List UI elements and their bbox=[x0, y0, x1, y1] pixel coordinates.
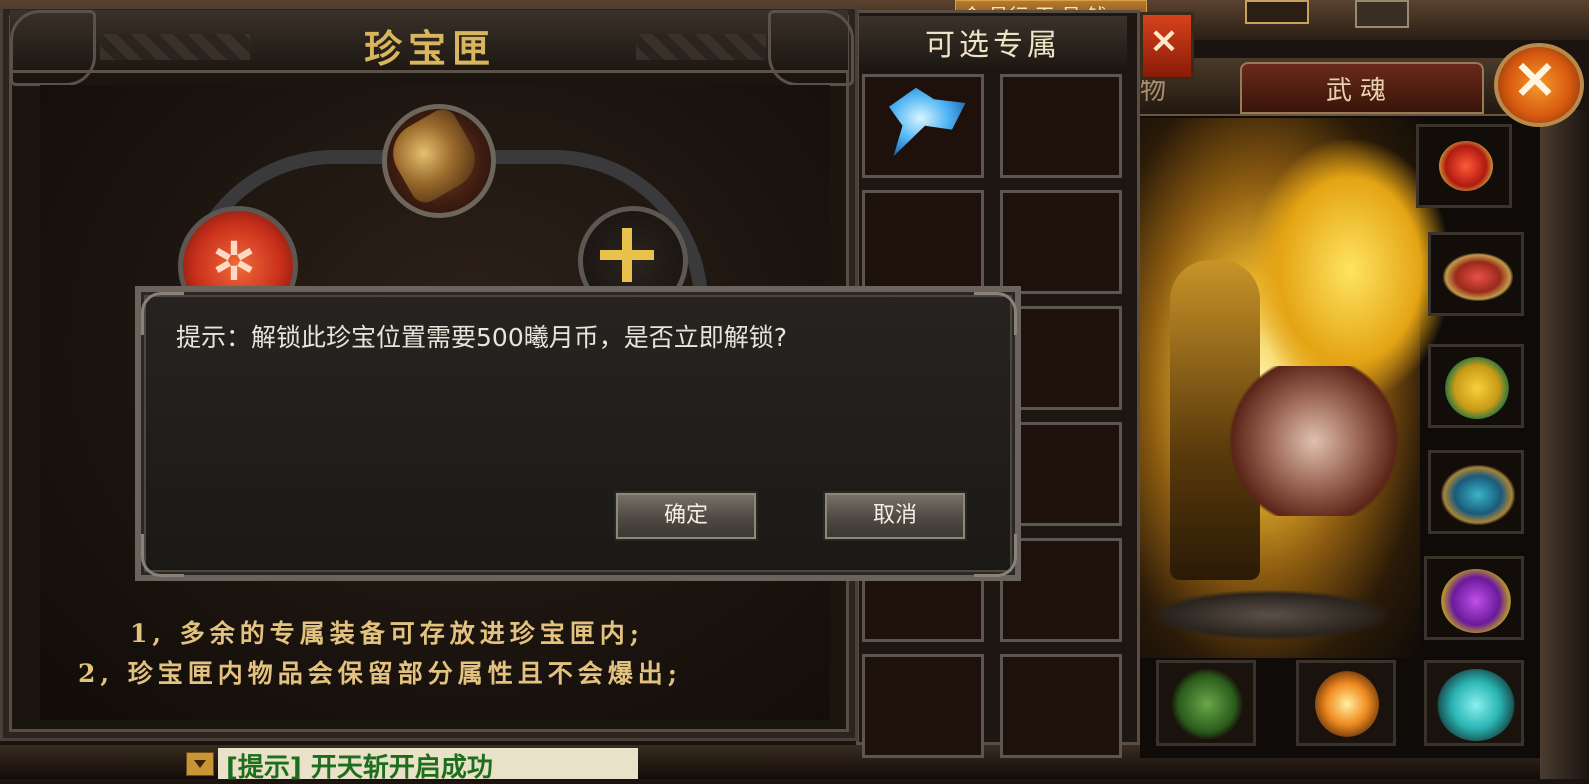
equip-slot-ring[interactable] bbox=[1416, 124, 1512, 208]
dialog-corner-ornament bbox=[974, 292, 1017, 335]
dialog-message: 提示：解锁此珍宝位置需要500曦月币，是否立即解锁? bbox=[176, 323, 787, 352]
right-edge-frame bbox=[1540, 110, 1589, 779]
chat-expand-button[interactable] bbox=[186, 752, 214, 776]
title-decoration bbox=[100, 34, 250, 60]
jade-gourd-icon bbox=[1437, 669, 1515, 741]
grid-slot[interactable] bbox=[862, 190, 984, 294]
info-line-1: 1, 多余的专属装备可存放进珍宝匣内; bbox=[130, 619, 645, 648]
equip-slot-crown[interactable] bbox=[1428, 232, 1524, 316]
background-square bbox=[1355, 0, 1409, 28]
green-soul-badge-icon bbox=[1169, 669, 1245, 739]
tab-martial-soul-label[interactable]: 武魂 bbox=[1240, 70, 1480, 107]
panel-title: 珍宝匣 bbox=[363, 26, 496, 71]
corner-ornament bbox=[10, 10, 96, 86]
equip-slot-amulet[interactable] bbox=[1428, 344, 1524, 428]
selectable-title: 可选专属 bbox=[925, 28, 1061, 63]
bottom-slot-medal[interactable] bbox=[1296, 660, 1396, 746]
corner-ornament bbox=[768, 10, 854, 86]
confirm-button[interactable]: 确定 bbox=[614, 491, 758, 541]
grid-slot[interactable] bbox=[1000, 654, 1122, 758]
plus-icon[interactable] bbox=[622, 228, 632, 282]
dragon-bracer-icon bbox=[1441, 465, 1515, 525]
grid-slot[interactable] bbox=[1000, 74, 1122, 178]
character-pedestal bbox=[1150, 590, 1390, 640]
equip-slot-bracer[interactable] bbox=[1428, 450, 1524, 534]
close-icon[interactable]: × bbox=[1140, 20, 1188, 61]
chat-hint-text: [提示] 开天斩开启成功 bbox=[226, 753, 493, 783]
coin-amulet-icon bbox=[1445, 357, 1509, 419]
purple-orb-icon bbox=[1441, 569, 1511, 633]
grid-slot[interactable] bbox=[1000, 190, 1122, 294]
info-line-2: 2, 珍宝匣内物品会保留部分属性且不会爆出; bbox=[78, 659, 683, 688]
dialog-corner-ornament bbox=[974, 534, 1017, 577]
dialog-corner-ornament bbox=[141, 534, 184, 577]
bottom-slot-gourd[interactable] bbox=[1424, 660, 1524, 746]
flame-medal-icon bbox=[1315, 671, 1379, 737]
background-square bbox=[1245, 0, 1309, 24]
grid-slot[interactable] bbox=[862, 654, 984, 758]
bottom-slot-soul[interactable] bbox=[1156, 660, 1256, 746]
cancel-button[interactable]: 取消 bbox=[823, 491, 967, 541]
equip-slot-orb[interactable] bbox=[1424, 556, 1524, 640]
crown-icon bbox=[1443, 253, 1513, 301]
character-shield-emblem bbox=[1224, 366, 1404, 516]
red-orb-icon bbox=[1439, 141, 1493, 191]
title-decoration bbox=[636, 34, 766, 60]
close-icon[interactable]: × bbox=[1494, 46, 1576, 111]
